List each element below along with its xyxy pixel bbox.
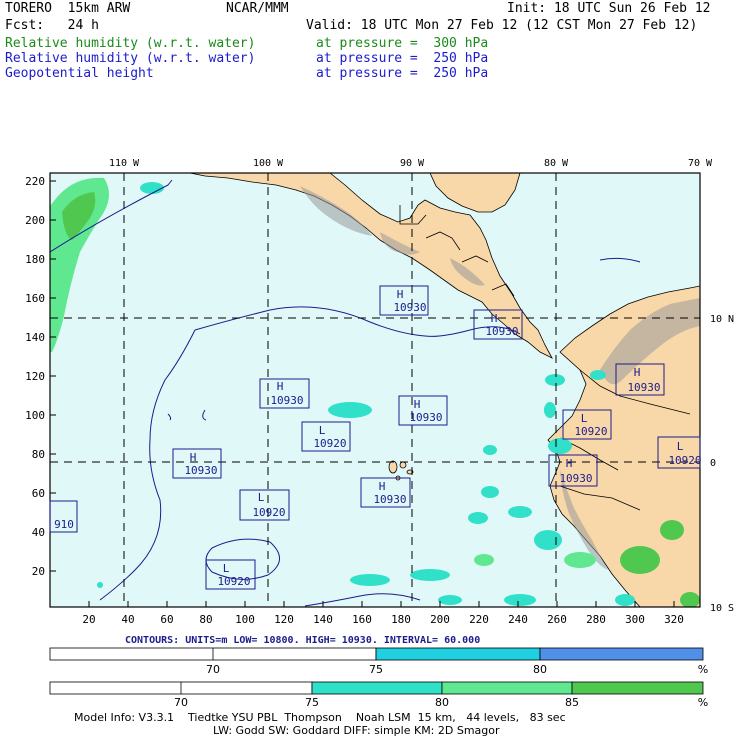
center-value: 10920 xyxy=(252,506,285,519)
center-value: 10920 xyxy=(313,437,346,450)
center-type: H xyxy=(491,312,498,325)
x-tick: 80 xyxy=(199,613,212,626)
contour-info: CONTOURS: UNITS=m LOW= 10800. HIGH= 1093… xyxy=(125,635,480,646)
center-type: L xyxy=(319,424,326,437)
x-tick: 100 xyxy=(235,613,255,626)
center-value: 10930 xyxy=(559,472,592,485)
x-tick: 200 xyxy=(430,613,450,626)
x-tick: 320 xyxy=(664,613,684,626)
colorbar-1-tick: 80 xyxy=(533,663,547,676)
lon-label-80w: 80 W xyxy=(544,158,569,169)
y-tick: 200 xyxy=(25,214,45,227)
center-type: L xyxy=(223,562,230,575)
lon-label-110w: 110 W xyxy=(109,158,140,169)
colorbar-rh-300: 70 75 80 85 % xyxy=(49,681,708,709)
center-value: 10930 xyxy=(270,394,303,407)
center-type: H xyxy=(397,288,404,301)
lat-labels: 10 N 0 10 S xyxy=(710,314,734,614)
colorbar-2-tick: 85 xyxy=(565,696,579,709)
lon-label-70w: 70 W xyxy=(688,158,713,169)
colorbar-2-tick: 70 xyxy=(174,696,188,709)
center-value: 10930 xyxy=(373,493,406,506)
center-value: 10930 xyxy=(627,381,660,394)
y-tick: 100 xyxy=(25,409,45,422)
center-value: 10920 xyxy=(217,575,250,588)
x-tick: 220 xyxy=(469,613,489,626)
center-value: 10930 xyxy=(485,325,518,338)
y-tick: 220 xyxy=(25,175,45,188)
lat-label-10s: 10 S xyxy=(710,603,734,614)
lon-label-100w: 100 W xyxy=(253,158,284,169)
x-tick: 280 xyxy=(586,613,606,626)
x-tick: 260 xyxy=(547,613,567,626)
center-value: 10930 xyxy=(393,301,426,314)
colorbar-1-unit: % xyxy=(698,663,708,676)
center-type: H xyxy=(190,451,197,464)
center-value: 10930 xyxy=(409,411,442,424)
colorbar-1-tick: 70 xyxy=(206,663,220,676)
x-tick: 20 xyxy=(82,613,95,626)
center-value: 10920 xyxy=(668,454,701,467)
center-value: 910 xyxy=(54,518,74,531)
x-tick: 60 xyxy=(160,613,173,626)
center-type: H xyxy=(634,366,641,379)
center-type: H xyxy=(379,480,386,493)
x-tick: 300 xyxy=(625,613,645,626)
y-tick: 20 xyxy=(32,565,45,578)
model-info-line-2: LW: Godd SW: Goddard DIFF: simple KM: 2D… xyxy=(213,724,500,737)
x-tick: 180 xyxy=(391,613,411,626)
weather-map: 110 W 100 W 90 W 80 W 70 W 10 N 0 10 S 2… xyxy=(25,158,734,709)
colorbar-2-tick: 75 xyxy=(305,696,319,709)
y-tick: 120 xyxy=(25,370,45,383)
colorbar-2-unit: % xyxy=(698,696,708,709)
center-value: 10930 xyxy=(184,464,217,477)
center-type: H xyxy=(414,398,421,411)
x-tick: 120 xyxy=(274,613,294,626)
center-type: H xyxy=(277,380,284,393)
lon-labels: 110 W 100 W 90 W 80 W 70 W xyxy=(109,158,713,169)
y-tick: 80 xyxy=(32,448,45,461)
x-tick: 160 xyxy=(352,613,372,626)
colorbar-1-tick: 75 xyxy=(369,663,383,676)
y-tick: 40 xyxy=(32,526,45,539)
center-type: L xyxy=(258,491,265,504)
center-type: L xyxy=(677,440,684,453)
lat-label-10n: 10 N xyxy=(710,314,734,325)
x-tick: 40 xyxy=(121,613,134,626)
lon-label-90w: 90 W xyxy=(400,158,425,169)
x-tick: 240 xyxy=(508,613,528,626)
x-tick-labels: 20 40 60 80 100 120 140 160 180 200 220 … xyxy=(82,613,684,626)
colorbar-2-tick: 80 xyxy=(435,696,449,709)
center-type: H xyxy=(566,457,573,470)
center-type: L xyxy=(581,412,588,425)
y-tick: 180 xyxy=(25,253,45,266)
y-tick: 160 xyxy=(25,292,45,305)
model-info-line-1: Model Info: V3.3.1 Tiedtke YSU PBL Thomp… xyxy=(74,711,566,724)
y-tick-labels: 220 200 180 160 140 120 100 80 60 40 20 xyxy=(25,175,45,578)
x-tick: 140 xyxy=(313,613,333,626)
y-tick: 60 xyxy=(32,487,45,500)
lat-label-0: 0 xyxy=(710,458,716,469)
colorbar-rh-250: 70 75 80 % xyxy=(49,647,708,676)
y-tick: 140 xyxy=(25,331,45,344)
center-value: 10920 xyxy=(574,425,607,438)
